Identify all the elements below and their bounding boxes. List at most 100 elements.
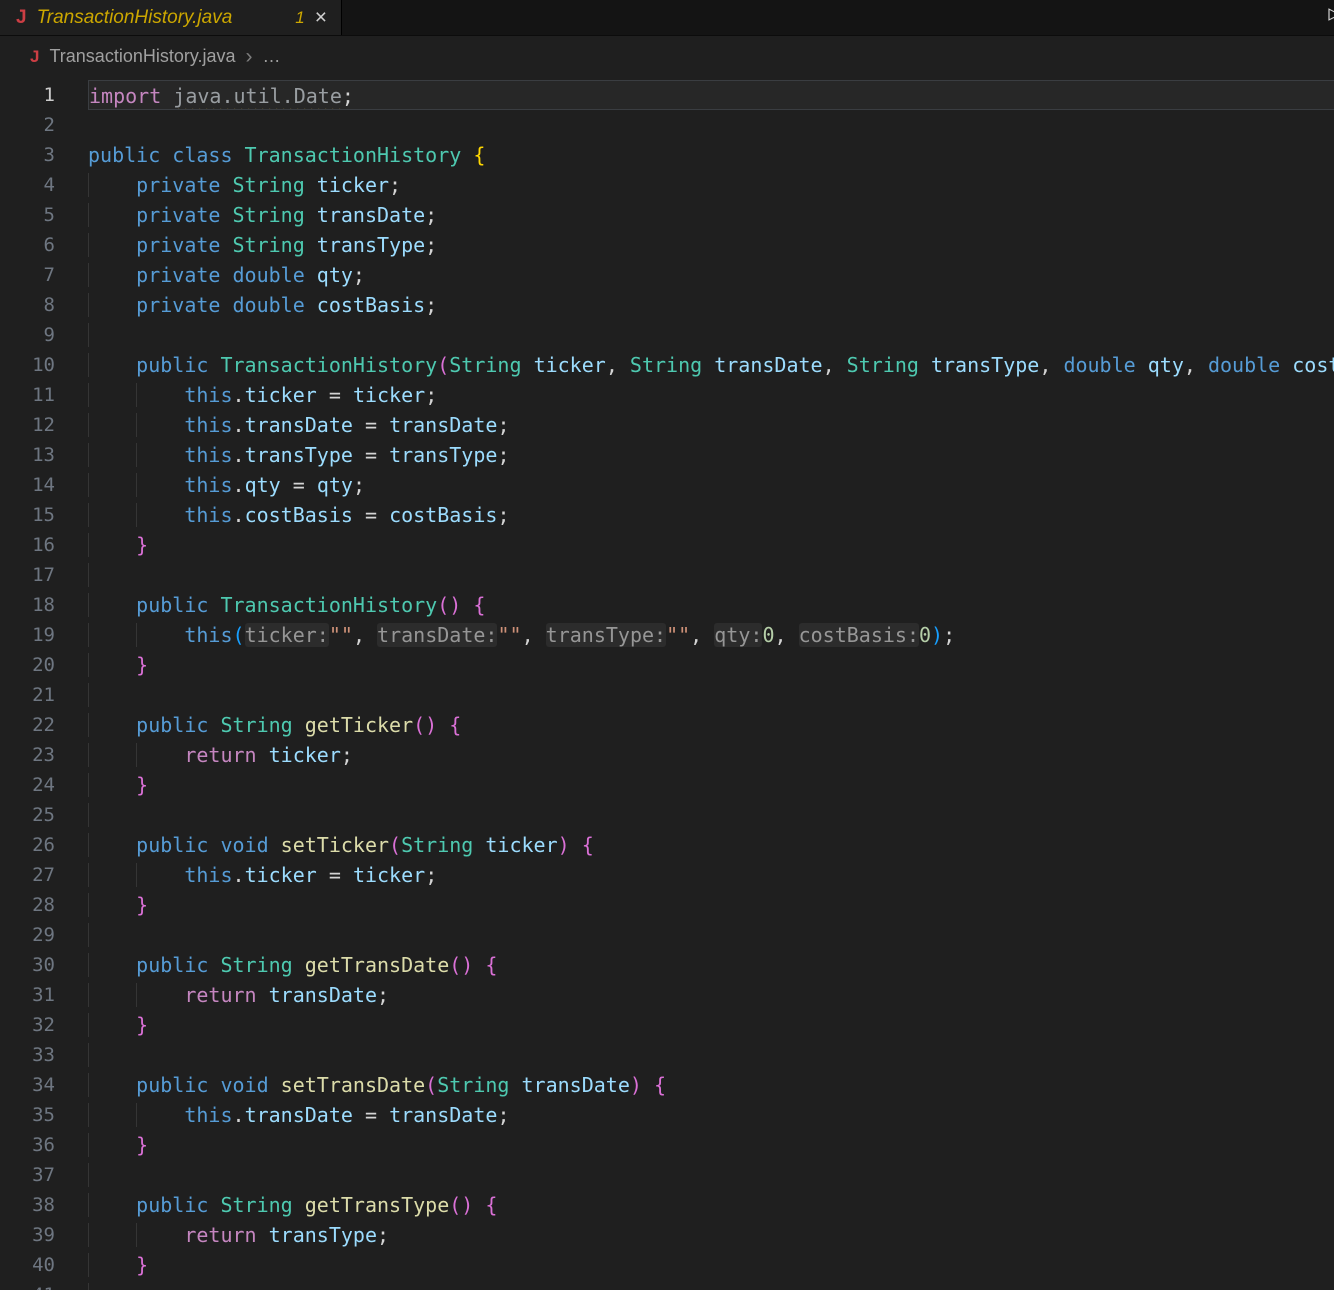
code-line-content[interactable]: private String transType; — [88, 230, 1334, 260]
code-line-content[interactable]: this.ticker = ticker; — [88, 860, 1334, 890]
code-line-content[interactable]: } — [88, 530, 1334, 560]
code-line-10[interactable]: 10 public TransactionHistory(String tick… — [0, 350, 1334, 380]
code-line-3[interactable]: 3public class TransactionHistory { — [0, 140, 1334, 170]
code-line-content[interactable]: public class TransactionHistory { — [88, 140, 1334, 170]
code-line-content[interactable]: public void setTicker(String ticker) { — [88, 830, 1334, 860]
breadcrumb[interactable]: J TransactionHistory.java › … — [0, 36, 1334, 76]
code-line-content[interactable]: this.transDate = transDate; — [88, 410, 1334, 440]
code-line-content[interactable] — [88, 800, 1334, 830]
code-line-35[interactable]: 35 this.transDate = transDate; — [0, 1100, 1334, 1130]
code-line-content[interactable]: private String transDate; — [88, 200, 1334, 230]
code-line-content[interactable]: this(ticker:"", transDate:"", transType:… — [88, 620, 1334, 650]
code-line-19[interactable]: 19 this(ticker:"", transDate:"", transTy… — [0, 620, 1334, 650]
code-line-25[interactable]: 25 — [0, 800, 1334, 830]
breadcrumb-file-name[interactable]: TransactionHistory.java — [49, 46, 235, 67]
tab-transactionhistory-java[interactable]: J TransactionHistory.java 1 × — [0, 0, 342, 35]
code-line-20[interactable]: 20 } — [0, 650, 1334, 680]
code-token: ; — [341, 743, 353, 767]
code-line-content[interactable]: public void setTransDate(String transDat… — [88, 1070, 1334, 1100]
breadcrumb-symbol-ellipsis[interactable]: … — [263, 46, 281, 67]
code-line-15[interactable]: 15 this.costBasis = costBasis; — [0, 500, 1334, 530]
code-line-14[interactable]: 14 this.qty = qty; — [0, 470, 1334, 500]
code-line-content[interactable]: return transDate; — [88, 980, 1334, 1010]
code-line-32[interactable]: 32 } — [0, 1010, 1334, 1040]
code-line-26[interactable]: 26 public void setTicker(String ticker) … — [0, 830, 1334, 860]
code-line-content[interactable] — [88, 1280, 1334, 1290]
code-line-31[interactable]: 31 return transDate; — [0, 980, 1334, 1010]
code-line-content[interactable]: return ticker; — [88, 740, 1334, 770]
code-line-2[interactable]: 2 — [0, 110, 1334, 140]
indent-guide — [88, 893, 136, 917]
code-line-34[interactable]: 34 public void setTransDate(String trans… — [0, 1070, 1334, 1100]
code-line-4[interactable]: 4 private String ticker; — [0, 170, 1334, 200]
code-line-17[interactable]: 17 — [0, 560, 1334, 590]
code-token: private — [136, 173, 232, 197]
code-editor[interactable]: 1import java.util.Date;23public class Tr… — [0, 76, 1334, 1290]
code-line-content[interactable]: } — [88, 1250, 1334, 1280]
line-number: 21 — [0, 680, 88, 710]
code-line-content[interactable]: this.transDate = transDate; — [88, 1100, 1334, 1130]
code-line-18[interactable]: 18 public TransactionHistory() { — [0, 590, 1334, 620]
indent-guide — [88, 263, 136, 287]
code-line-content[interactable]: private String ticker; — [88, 170, 1334, 200]
code-line-21[interactable]: 21 — [0, 680, 1334, 710]
code-line-content[interactable]: return transType; — [88, 1220, 1334, 1250]
run-icon[interactable]: ▷ — [1328, 3, 1334, 24]
code-line-41[interactable]: 41 — [0, 1280, 1334, 1290]
code-line-content[interactable]: public TransactionHistory(String ticker,… — [88, 350, 1334, 380]
code-line-30[interactable]: 30 public String getTransDate() { — [0, 950, 1334, 980]
code-line-content[interactable]: public String getTransType() { — [88, 1190, 1334, 1220]
code-line-content[interactable]: private double qty; — [88, 260, 1334, 290]
code-line-23[interactable]: 23 return ticker; — [0, 740, 1334, 770]
line-number: 8 — [0, 290, 88, 320]
code-line-40[interactable]: 40 } — [0, 1250, 1334, 1280]
code-line-27[interactable]: 27 this.ticker = ticker; — [0, 860, 1334, 890]
code-line-content[interactable]: this.ticker = ticker; — [88, 380, 1334, 410]
code-line-content[interactable] — [88, 920, 1334, 950]
code-line-content[interactable]: import java.util.Date; — [88, 80, 1334, 110]
code-line-content[interactable]: } — [88, 650, 1334, 680]
code-line-content[interactable]: this.costBasis = costBasis; — [88, 500, 1334, 530]
code-line-content[interactable] — [88, 1040, 1334, 1070]
code-line-5[interactable]: 5 private String transDate; — [0, 200, 1334, 230]
code-line-content[interactable]: } — [88, 890, 1334, 920]
code-line-22[interactable]: 22 public String getTicker() { — [0, 710, 1334, 740]
code-token: , — [606, 353, 630, 377]
code-line-content[interactable] — [88, 110, 1334, 140]
code-line-6[interactable]: 6 private String transType; — [0, 230, 1334, 260]
code-line-36[interactable]: 36 } — [0, 1130, 1334, 1160]
code-line-content[interactable]: } — [88, 1130, 1334, 1160]
indent-guide — [88, 1043, 136, 1067]
code-line-content[interactable]: } — [88, 770, 1334, 800]
code-line-38[interactable]: 38 public String getTransType() { — [0, 1190, 1334, 1220]
code-line-39[interactable]: 39 return transType; — [0, 1220, 1334, 1250]
code-line-content[interactable] — [88, 680, 1334, 710]
code-line-12[interactable]: 12 this.transDate = transDate; — [0, 410, 1334, 440]
code-line-content[interactable]: public String getTicker() { — [88, 710, 1334, 740]
code-line-content[interactable]: public TransactionHistory() { — [88, 590, 1334, 620]
code-line-8[interactable]: 8 private double costBasis; — [0, 290, 1334, 320]
code-line-content[interactable]: this.transType = transType; — [88, 440, 1334, 470]
code-line-9[interactable]: 9 — [0, 320, 1334, 350]
line-number: 36 — [0, 1130, 88, 1160]
code-line-1[interactable]: 1import java.util.Date; — [0, 80, 1334, 110]
code-line-11[interactable]: 11 this.ticker = ticker; — [0, 380, 1334, 410]
code-line-content[interactable]: private double costBasis; — [88, 290, 1334, 320]
code-line-29[interactable]: 29 — [0, 920, 1334, 950]
code-line-content[interactable]: } — [88, 1010, 1334, 1040]
code-line-content[interactable] — [88, 320, 1334, 350]
code-line-content[interactable] — [88, 1160, 1334, 1190]
code-line-13[interactable]: 13 this.transType = transType; — [0, 440, 1334, 470]
code-token: costBasis — [389, 503, 497, 527]
code-line-content[interactable] — [88, 560, 1334, 590]
code-line-37[interactable]: 37 — [0, 1160, 1334, 1190]
code-line-7[interactable]: 7 private double qty; — [0, 260, 1334, 290]
code-line-content[interactable]: public String getTransDate() { — [88, 950, 1334, 980]
code-token: () { — [437, 593, 485, 617]
code-line-33[interactable]: 33 — [0, 1040, 1334, 1070]
code-line-28[interactable]: 28 } — [0, 890, 1334, 920]
close-icon[interactable]: × — [315, 7, 327, 28]
code-line-24[interactable]: 24 } — [0, 770, 1334, 800]
code-line-16[interactable]: 16 } — [0, 530, 1334, 560]
code-line-content[interactable]: this.qty = qty; — [88, 470, 1334, 500]
